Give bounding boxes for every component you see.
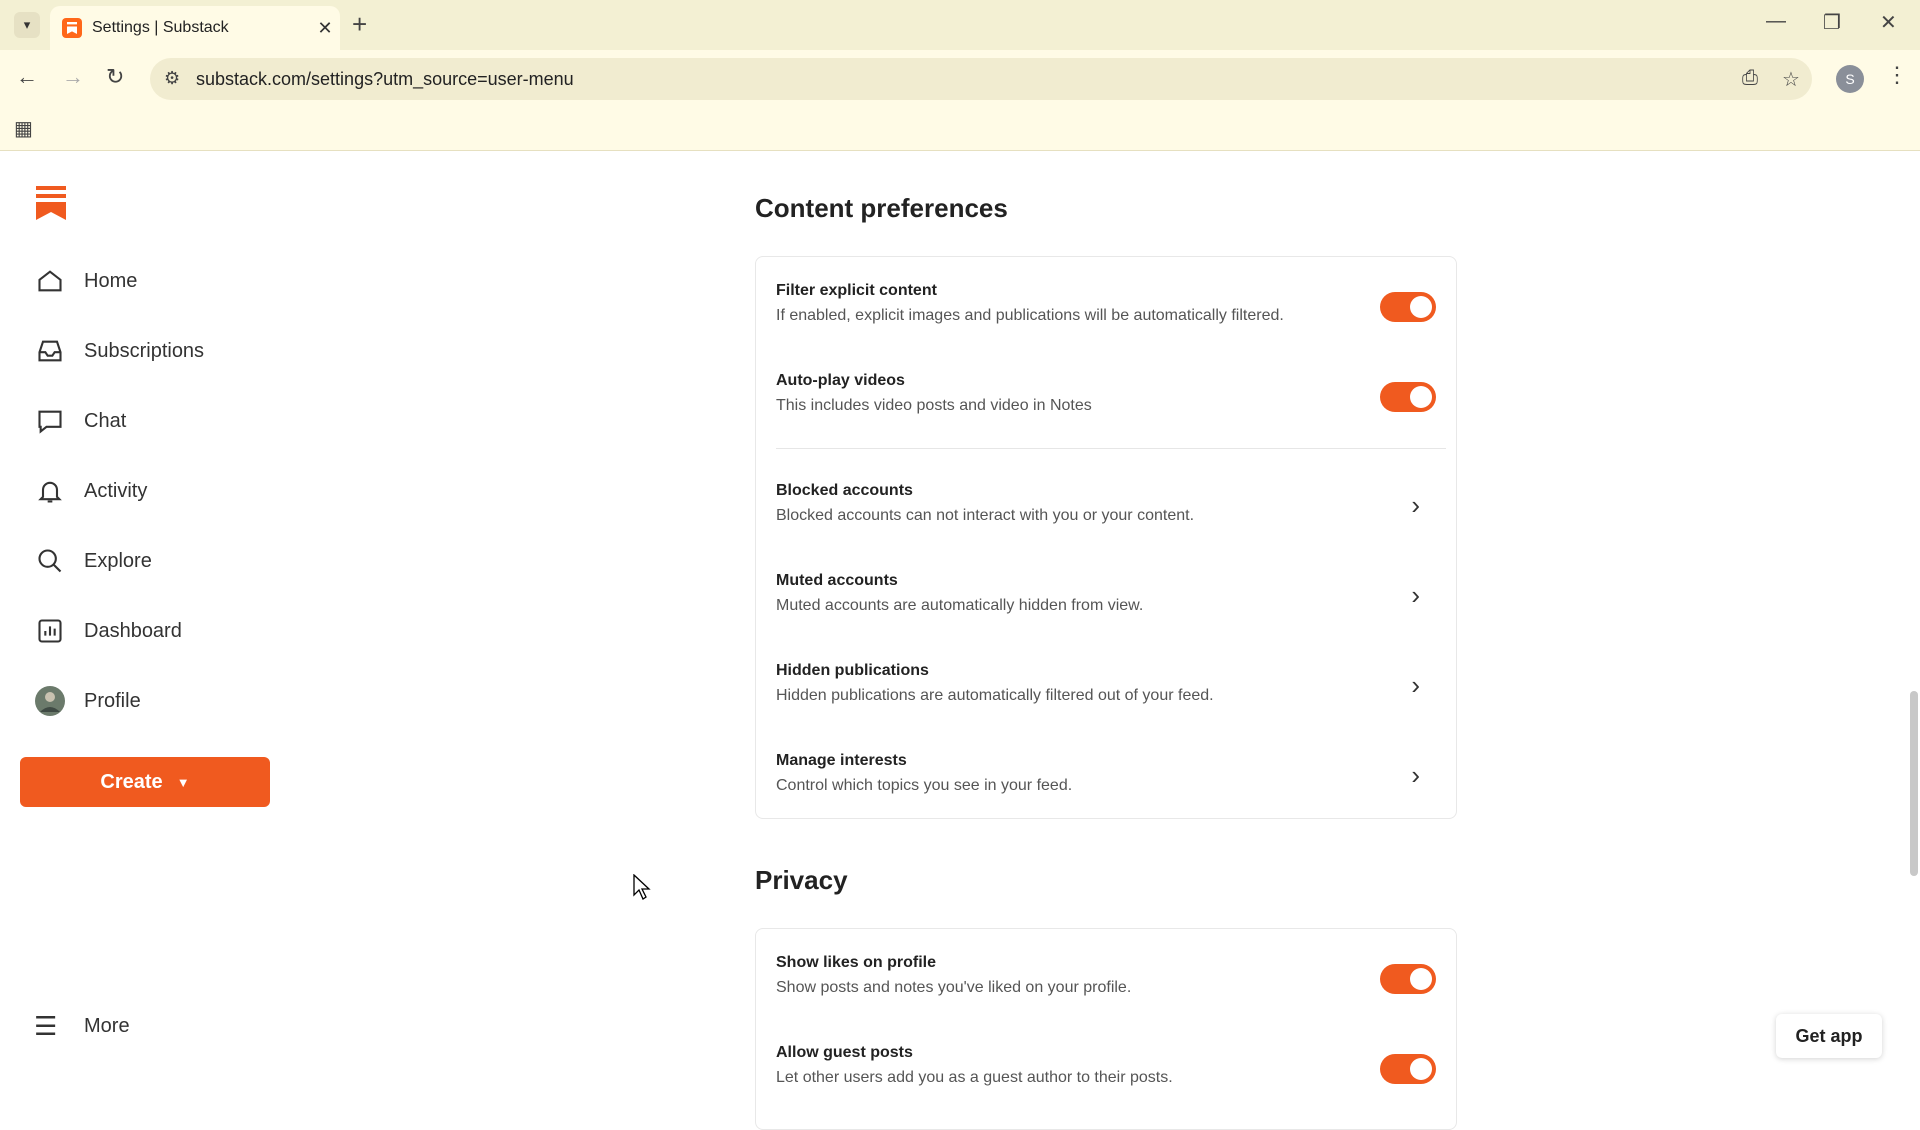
setting-title: Filter explicit content — [776, 282, 937, 299]
url-text: substack.com/settings?utm_source=user-me… — [196, 69, 574, 89]
setting-title: Auto-play videos — [776, 372, 905, 389]
setting-subtitle: Blocked accounts can not interact with y… — [776, 507, 1195, 524]
setting-subtitle: Let other users add you as a guest autho… — [776, 1069, 1173, 1086]
autoplay-videos-toggle[interactable] — [1380, 382, 1436, 412]
new-tab-button[interactable]: + — [352, 9, 367, 40]
sidebar-item-activity[interactable]: Activity — [34, 471, 147, 511]
caret-down-icon: ▼ — [176, 774, 190, 790]
restore-icon[interactable]: ❐ — [1823, 10, 1841, 35]
minimize-icon[interactable]: — — [1766, 10, 1786, 33]
avatar — [34, 685, 66, 717]
show-likes-toggle[interactable] — [1380, 964, 1436, 994]
browser-tab[interactable]: Settings | Substack ✕ — [50, 6, 340, 50]
tab-title: Settings | Substack — [92, 19, 229, 36]
sidebar-item-label: Home — [84, 269, 138, 292]
setting-subtitle: Hidden publications are automatically fi… — [776, 687, 1214, 704]
reload-icon[interactable]: ↻ — [106, 64, 124, 90]
inbox-icon — [34, 335, 66, 367]
setting-title: Show likes on profile — [776, 954, 937, 971]
browser-menu-icon[interactable]: ⋮ — [1886, 62, 1908, 88]
sidebar-item-label: Dashboard — [84, 619, 182, 642]
scrollbar-thumb[interactable] — [1910, 691, 1918, 876]
chevron-right-icon: › — [1411, 670, 1420, 700]
sidebar-item-explore[interactable]: Explore — [34, 541, 152, 581]
address-bar[interactable]: ⚙ substack.com/settings?utm_source=user-… — [150, 58, 1812, 100]
close-tab-icon[interactable]: ✕ — [310, 18, 340, 39]
setting-row-manage-interests[interactable]: Manage interests Control which topics yo… — [776, 752, 1436, 802]
chat-icon — [34, 405, 66, 437]
bell-icon — [34, 475, 66, 507]
create-button[interactable]: Create ▼ — [20, 757, 270, 807]
setting-row-filter-explicit: Filter explicit content If enabled, expl… — [776, 282, 1436, 332]
chevron-right-icon: › — [1411, 760, 1420, 790]
sidebar-item-label: Chat — [84, 409, 127, 432]
hamburger-icon: ☰ — [34, 1011, 58, 1041]
filter-explicit-toggle[interactable] — [1380, 292, 1436, 322]
section-heading-content-preferences: Content preferences — [755, 193, 1008, 223]
sidebar-item-label: Explore — [84, 549, 152, 572]
chevron-right-icon: › — [1411, 580, 1420, 610]
close-window-icon[interactable]: ✕ — [1880, 10, 1897, 35]
more-menu-button[interactable]: ☰ More — [34, 1011, 130, 1042]
bookmark-star-icon[interactable]: ☆ — [1782, 67, 1800, 92]
apps-grid-icon[interactable]: ▦ — [14, 116, 33, 141]
back-icon[interactable]: ← — [16, 64, 38, 90]
content-preferences-card: Filter explicit content If enabled, expl… — [755, 256, 1457, 819]
setting-row-blocked-accounts[interactable]: Blocked accounts Blocked accounts can no… — [776, 482, 1436, 532]
setting-row-show-likes: Show likes on profile Show posts and not… — [776, 954, 1436, 1004]
sidebar-item-subscriptions[interactable]: Subscriptions — [34, 331, 204, 371]
setting-subtitle: Control which topics you see in your fee… — [776, 777, 1073, 794]
sidebar-item-chat[interactable]: Chat — [34, 401, 126, 441]
install-app-icon[interactable]: ⎙ — [1742, 67, 1758, 90]
setting-title: Hidden publications — [776, 662, 929, 679]
browser-profile-avatar[interactable]: S — [1836, 65, 1864, 93]
chevron-right-icon: › — [1411, 490, 1420, 520]
setting-title: Blocked accounts — [776, 482, 913, 499]
setting-title: Muted accounts — [776, 572, 898, 589]
bookmarks-bar — [0, 108, 1920, 151]
forward-icon[interactable]: → — [62, 64, 84, 90]
privacy-card: Show likes on profile Show posts and not… — [755, 928, 1457, 1130]
setting-row-muted-accounts[interactable]: Muted accounts Muted accounts are automa… — [776, 572, 1436, 622]
substack-favicon-icon — [62, 18, 82, 38]
sidebar-item-label: Activity — [84, 479, 148, 502]
site-info-icon[interactable]: ⚙ — [164, 68, 180, 89]
bar-chart-icon — [34, 615, 66, 647]
settings-page: Home Subscriptions Chat Activity Explore… — [0, 151, 1920, 1130]
divider — [776, 448, 1446, 449]
setting-subtitle: If enabled, explicit images and publicat… — [776, 307, 1284, 324]
setting-subtitle: Muted accounts are automatically hidden … — [776, 597, 1144, 614]
get-app-button[interactable]: Get app — [1776, 1014, 1882, 1058]
setting-title: Manage interests — [776, 752, 907, 769]
tab-search-button[interactable]: ▾ — [14, 12, 40, 38]
sidebar-item-label: Subscriptions — [84, 339, 205, 362]
more-label: More — [84, 1015, 130, 1037]
sidebar-item-dashboard[interactable]: Dashboard — [34, 611, 182, 651]
setting-row-guest-posts: Allow guest posts Let other users add yo… — [776, 1044, 1436, 1094]
create-button-label: Create — [100, 770, 163, 793]
section-heading-privacy: Privacy — [755, 865, 848, 895]
setting-title: Allow guest posts — [776, 1044, 913, 1061]
sidebar-item-label: Profile — [84, 689, 141, 712]
page-scrollbar[interactable] — [1908, 151, 1920, 1080]
sidebar-item-home[interactable]: Home — [34, 261, 137, 301]
search-icon — [34, 545, 66, 577]
setting-row-hidden-publications[interactable]: Hidden publications Hidden publications … — [776, 662, 1436, 712]
setting-row-autoplay: Auto-play videos This includes video pos… — [776, 372, 1436, 422]
home-icon — [34, 265, 66, 297]
substack-logo-icon[interactable] — [36, 186, 66, 220]
mouse-cursor-icon — [633, 874, 651, 900]
sidebar-item-profile[interactable]: Profile — [34, 681, 141, 721]
setting-subtitle: This includes video posts and video in N… — [776, 397, 1092, 414]
setting-subtitle: Show posts and notes you've liked on you… — [776, 979, 1132, 996]
